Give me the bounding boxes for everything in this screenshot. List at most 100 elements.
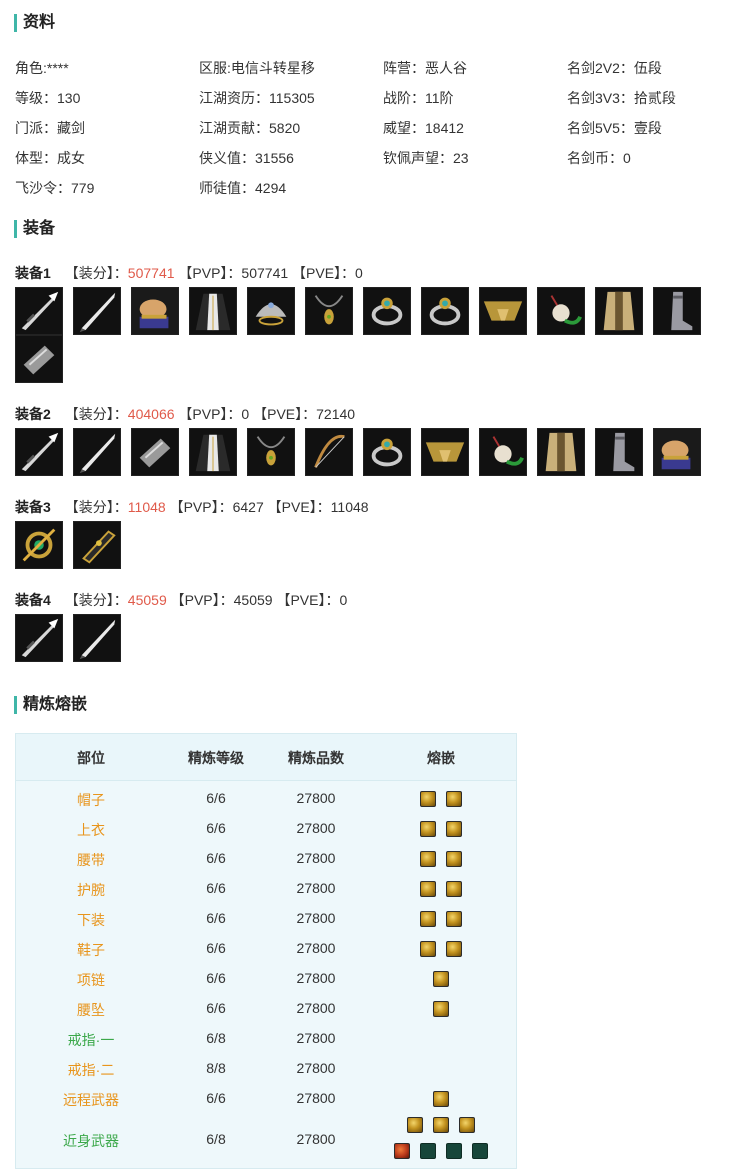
boot-icon[interactable] — [595, 428, 643, 476]
refine-table: 部位 精炼等级 精炼品数 熔嵌 帽子 6/6 27800 上衣 6/6 27800 腰带 6/… — [15, 733, 517, 1169]
bracer-icon[interactable] — [15, 335, 63, 383]
gem-icon[interactable] — [420, 911, 436, 927]
profile-field: 区服:电信斗转星移 — [199, 60, 315, 76]
equipment-set-name: 装备4 — [15, 592, 51, 608]
refine-table-header: 部位 精炼等级 精炼品数 熔嵌 — [16, 734, 516, 781]
sword-icon[interactable] — [73, 287, 121, 335]
pvp-label: 【PVP】： — [170, 592, 234, 608]
part-name: 上衣 — [77, 822, 105, 838]
refine-count: 27800 — [296, 1131, 336, 1147]
empty-slot-icon[interactable] — [472, 1143, 488, 1159]
gem-icon[interactable] — [420, 881, 436, 897]
part-name: 护腕 — [77, 882, 105, 898]
gem-icon[interactable] — [433, 1091, 449, 1107]
pve-score: 11048 — [330, 499, 369, 515]
red-gem-icon[interactable] — [394, 1143, 410, 1159]
helmet-icon[interactable] — [247, 287, 295, 335]
ring-icon[interactable] — [363, 428, 411, 476]
refine-count: 27800 — [296, 1060, 336, 1076]
pvp-score: 507741 — [241, 265, 289, 281]
spear-icon[interactable] — [15, 428, 63, 476]
header-level: 精炼等级 — [188, 750, 244, 766]
weapon-icon[interactable] — [73, 521, 121, 569]
equipment-set-header: 装备1 【装分】：507741 【PVP】：507741 【PVE】：0 — [15, 263, 363, 283]
equipment-set-header: 装备4 【装分】：45059 【PVP】：45059 【PVE】：0 — [15, 590, 347, 610]
pve-label: 【PVE】： — [267, 499, 331, 515]
gem-icon[interactable] — [420, 791, 436, 807]
equipment-set-name: 装备1 — [15, 265, 51, 281]
gem-icon[interactable] — [420, 821, 436, 837]
part-name: 项链 — [77, 972, 105, 988]
robe-icon[interactable] — [189, 428, 237, 476]
empty-slot-icon[interactable] — [420, 1143, 436, 1159]
bow-icon[interactable] — [305, 428, 353, 476]
gem-icon[interactable] — [433, 971, 449, 987]
part-name: 下装 — [77, 912, 105, 928]
robe-icon[interactable] — [189, 287, 237, 335]
equipment-set-name: 装备2 — [15, 406, 51, 422]
equipment-set-name: 装备3 — [15, 499, 51, 515]
spear-icon[interactable] — [15, 614, 63, 662]
boot-icon[interactable] — [653, 287, 701, 335]
equipment-score: 45059 — [127, 592, 167, 608]
spear-icon[interactable] — [15, 287, 63, 335]
refine-count: 27800 — [296, 790, 336, 806]
part-name: 腰带 — [77, 852, 105, 868]
amulet-icon[interactable] — [15, 521, 63, 569]
section-title-profile: 资料 — [14, 14, 55, 32]
sword-icon[interactable] — [73, 428, 121, 476]
ring-icon[interactable] — [363, 287, 411, 335]
section-title-equipment: 装备 — [14, 220, 55, 238]
gem-icon[interactable] — [420, 851, 436, 867]
part-name: 戒指·二 — [67, 1062, 115, 1078]
header-inlay: 熔嵌 — [427, 750, 455, 766]
refine-level: 6/6 — [206, 1000, 226, 1016]
gem-icon[interactable] — [446, 851, 462, 867]
coat-icon[interactable] — [537, 428, 585, 476]
part-name: 帽子 — [77, 792, 105, 808]
gem-icon[interactable] — [407, 1117, 423, 1133]
refine-level: 6/6 — [206, 820, 226, 836]
ring-icon[interactable] — [421, 287, 469, 335]
gem-icon[interactable] — [446, 821, 462, 837]
necklace-icon[interactable] — [305, 287, 353, 335]
refine-count: 27800 — [296, 970, 336, 986]
pendant-icon[interactable] — [479, 428, 527, 476]
gem-icon[interactable] — [446, 791, 462, 807]
pve-score: 0 — [355, 265, 363, 281]
coat-icon[interactable] — [595, 287, 643, 335]
gem-icon[interactable] — [446, 911, 462, 927]
profile-field: 阵营：恶人谷 — [383, 60, 467, 76]
necklace-icon[interactable] — [247, 428, 295, 476]
sword-icon[interactable] — [73, 614, 121, 662]
part-name: 腰坠 — [77, 1002, 105, 1018]
pendant-icon[interactable] — [537, 287, 585, 335]
bracer-icon[interactable] — [131, 428, 179, 476]
gem-icon[interactable] — [433, 1001, 449, 1017]
pve-label: 【PVE】： — [276, 592, 340, 608]
glove-icon[interactable] — [131, 287, 179, 335]
empty-slot-icon[interactable] — [446, 1143, 462, 1159]
refine-count: 27800 — [296, 940, 336, 956]
gem-icon[interactable] — [446, 941, 462, 957]
refine-level: 6/6 — [206, 850, 226, 866]
profile-field: 飞沙令：779 — [15, 180, 95, 196]
profile-field: 等级：130 — [15, 90, 81, 106]
gem-icon[interactable] — [433, 1117, 449, 1133]
gem-icon[interactable] — [459, 1117, 475, 1133]
profile-field: 钦佩声望：23 — [383, 150, 469, 166]
refine-level: 6/6 — [206, 880, 226, 896]
score-label: 【装分】： — [64, 499, 128, 515]
belt-icon[interactable] — [421, 428, 469, 476]
equipment-score: 404066 — [127, 406, 175, 422]
gem-icon[interactable] — [420, 941, 436, 957]
profile-field: 江湖贡献：5820 — [199, 120, 301, 136]
pve-label: 【PVE】： — [253, 406, 317, 422]
gem-icon[interactable] — [446, 881, 462, 897]
equipment-set-header: 装备3 【装分】：11048 【PVP】：6427 【PVE】：11048 — [15, 497, 369, 517]
score-label: 【装分】： — [64, 265, 128, 281]
equipment-score: 11048 — [127, 499, 166, 515]
profile-field: 名剑币：0 — [567, 150, 631, 166]
belt-icon[interactable] — [479, 287, 527, 335]
glove-icon[interactable] — [653, 428, 701, 476]
